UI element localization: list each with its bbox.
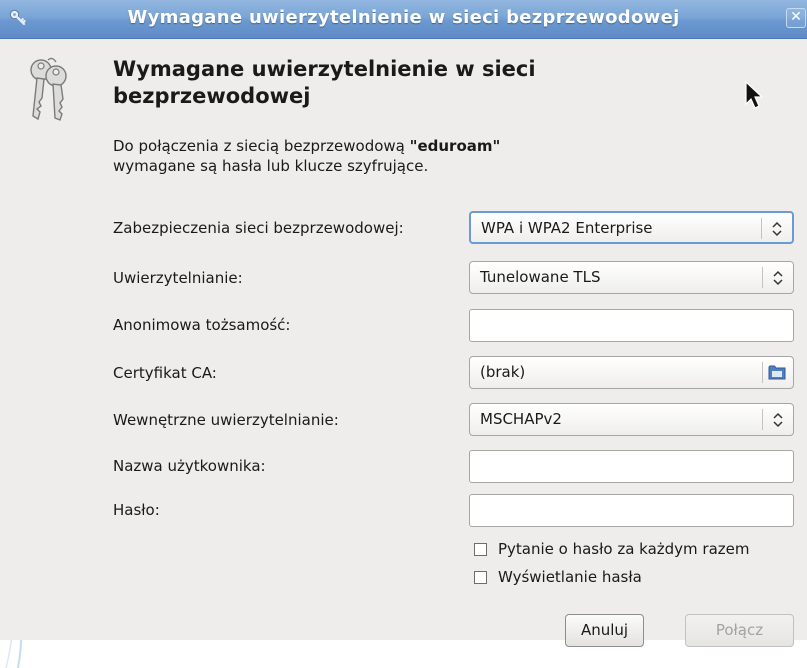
title-bar[interactable]: Wymagane uwierzytelnienie w sieci bezprz… xyxy=(0,0,807,39)
auth-value: Tunelowane TLS xyxy=(480,268,601,286)
dialog-description: Do połączenia z siecią bezprzewodową "ed… xyxy=(113,136,633,176)
username-input[interactable] xyxy=(469,450,794,483)
security-value: WPA i WPA2 Enterprise xyxy=(481,219,653,237)
auth-label: Uwierzytelnianie: xyxy=(113,269,243,287)
description-line-1: Do połączenia z siecią bezprzewodową "ed… xyxy=(113,136,633,156)
inner-auth-combo[interactable]: MSCHAPv2 xyxy=(469,403,794,436)
checkbox-box[interactable] xyxy=(474,571,487,584)
mouse-cursor-icon xyxy=(745,80,764,109)
chooser-separator xyxy=(762,362,763,383)
auth-combo[interactable]: Tunelowane TLS xyxy=(469,261,794,294)
network-name: "eduroam" xyxy=(409,137,501,155)
show-password-label: Wyświetlanie hasła xyxy=(498,568,642,586)
folder-icon xyxy=(768,365,786,380)
description-line-2: wymagane są hasła lub klucze szyfrujące. xyxy=(113,157,429,175)
cancel-button[interactable]: Anuluj xyxy=(565,614,644,647)
show-password-checkbox[interactable]: Wyświetlanie hasła xyxy=(474,568,674,588)
connect-button[interactable]: Połącz xyxy=(685,614,794,647)
up-down-arrows-icon xyxy=(773,270,783,286)
up-down-arrows-icon xyxy=(773,412,783,428)
checkbox-box[interactable] xyxy=(474,543,487,556)
ask-password-checkbox[interactable]: Pytanie o hasło za każdym razem xyxy=(474,540,794,560)
anon-identity-input[interactable] xyxy=(469,309,794,342)
ask-password-label: Pytanie o hasło za każdym razem xyxy=(498,540,750,558)
anon-identity-label: Anonimowa tożsamość: xyxy=(113,316,291,334)
ca-certificate-value: (brak) xyxy=(480,363,526,381)
security-label: Zabezpieczenia sieci bezprzewodowej: xyxy=(113,219,404,237)
password-input[interactable] xyxy=(469,494,794,527)
combo-separator xyxy=(762,409,763,430)
inner-auth-label: Wewnętrzne uwierzytelnianie: xyxy=(113,411,339,429)
description-prefix: Do połączenia z siecią bezprzewodową xyxy=(113,137,410,155)
security-combo[interactable]: WPA i WPA2 Enterprise xyxy=(469,211,794,244)
ca-certificate-label: Certyfikat CA: xyxy=(113,364,217,382)
dialog-heading: Wymagane uwierzytelnienie w sieci bezprz… xyxy=(113,57,536,108)
close-icon[interactable]: ✕ xyxy=(786,8,806,28)
up-down-arrows-icon xyxy=(772,221,782,237)
combo-separator xyxy=(761,218,762,239)
keys-icon xyxy=(30,57,67,121)
auth-dialog: Wymagane uwierzytelnienie w sieci bezprz… xyxy=(0,0,807,647)
inner-auth-value: MSCHAPv2 xyxy=(480,410,562,428)
combo-separator xyxy=(762,267,763,288)
ca-certificate-chooser[interactable]: (brak) xyxy=(469,356,794,389)
username-label: Nazwa użytkownika: xyxy=(113,457,266,475)
window-title: Wymagane uwierzytelnienie w sieci bezprz… xyxy=(127,7,680,28)
password-label: Hasło: xyxy=(113,501,160,519)
